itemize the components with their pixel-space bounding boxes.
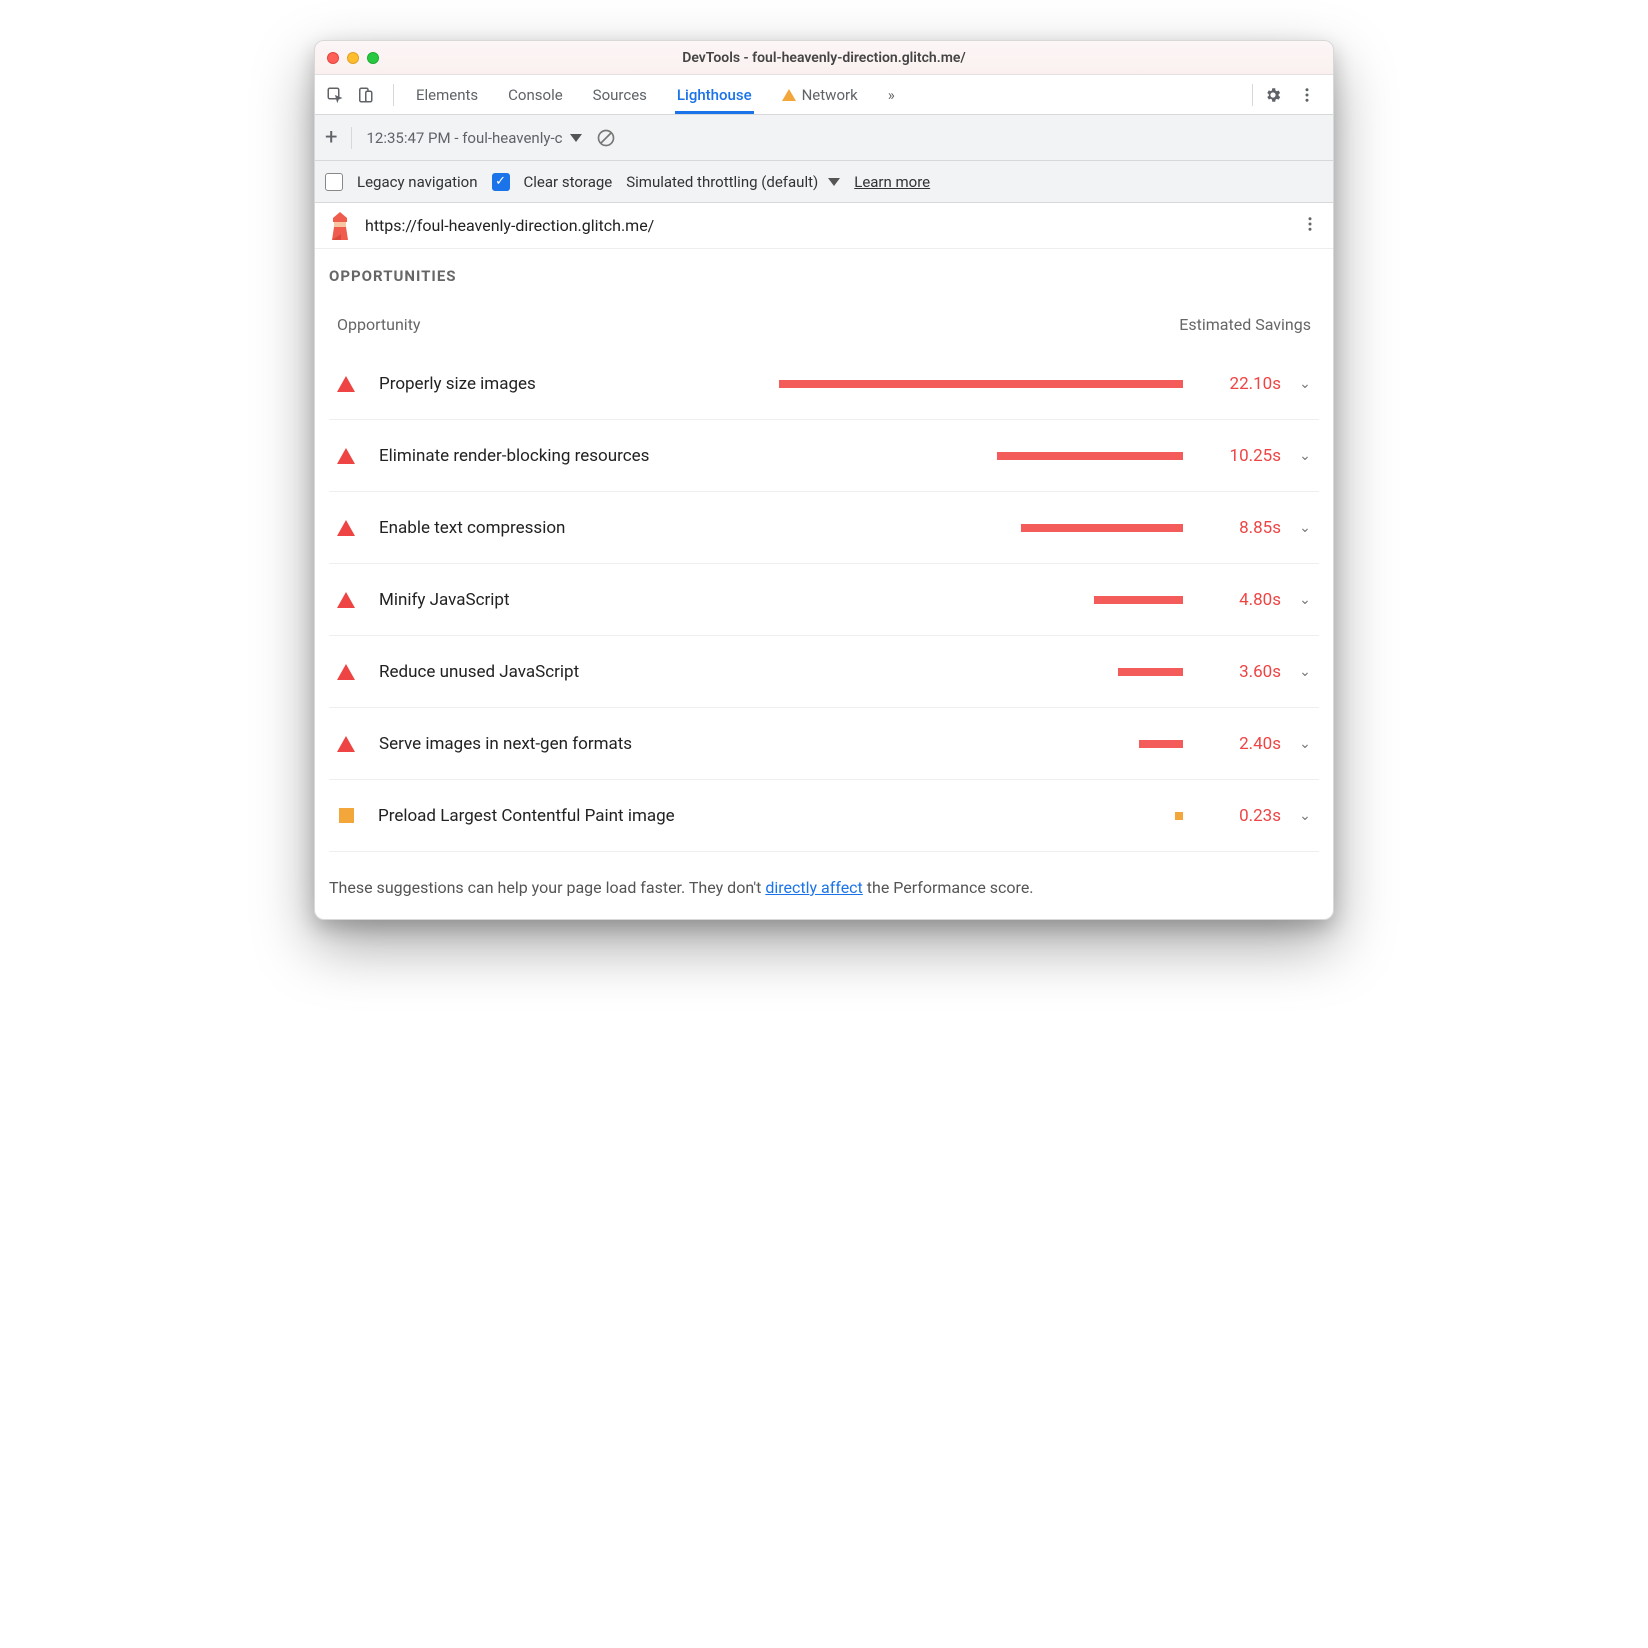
tab-sources[interactable]: Sources	[591, 76, 649, 114]
opportunity-label: Minify JavaScript	[379, 590, 769, 610]
col-savings: Estimated Savings	[1179, 315, 1311, 334]
tabs-overflow-icon[interactable]: »	[886, 76, 897, 114]
lighthouse-toolbar: + 12:35:47 PM - foul-heavenly-c	[315, 115, 1333, 161]
window-title: DevTools - foul-heavenly-direction.glitc…	[315, 50, 1333, 66]
footer-post: the Performance score.	[863, 878, 1034, 897]
caret-down-icon	[570, 134, 582, 142]
opportunity-label: Serve images in next-gen formats	[379, 734, 769, 754]
fail-triangle-icon	[337, 736, 355, 752]
tab-network-label: Network	[802, 86, 858, 104]
opportunity-row[interactable]: Serve images in next-gen formats 2.40s ⌄	[329, 708, 1319, 780]
col-opportunity: Opportunity	[337, 315, 421, 334]
inspect-icon[interactable]	[325, 85, 345, 105]
devtools-window: DevTools - foul-heavenly-direction.glitc…	[314, 40, 1334, 920]
lighthouse-icon	[329, 212, 351, 240]
savings-value: 4.80s	[1203, 590, 1281, 610]
savings-bar-track	[779, 380, 1183, 388]
savings-bar-track	[778, 812, 1183, 820]
savings-bar	[1094, 596, 1183, 604]
opportunity-row[interactable]: Minify JavaScript 4.80s ⌄	[329, 564, 1319, 636]
chevron-down-icon[interactable]: ⌄	[1291, 592, 1319, 608]
savings-bar-track	[779, 668, 1183, 676]
opportunity-row[interactable]: Reduce unused JavaScript 3.60s ⌄	[329, 636, 1319, 708]
opportunity-row[interactable]: Properly size images 22.10s ⌄	[329, 348, 1319, 420]
footer-pre: These suggestions can help your page loa…	[329, 878, 765, 897]
fail-triangle-icon	[337, 664, 355, 680]
chevron-down-icon[interactable]: ⌄	[1291, 448, 1319, 464]
clear-icon[interactable]	[596, 128, 616, 148]
savings-bar-track	[779, 740, 1183, 748]
savings-value: 22.10s	[1203, 374, 1281, 394]
opportunity-label: Reduce unused JavaScript	[379, 662, 769, 682]
chevron-down-icon[interactable]: ⌄	[1291, 664, 1319, 680]
legacy-nav-checkbox[interactable]	[325, 173, 343, 191]
opportunities-list: Properly size images 22.10s ⌄ Eliminate …	[315, 348, 1333, 860]
throttling-caret-icon[interactable]	[828, 178, 840, 186]
fail-triangle-icon	[337, 592, 355, 608]
learn-more-link[interactable]: Learn more	[854, 173, 930, 191]
warn-square-icon	[339, 808, 354, 823]
chevron-down-icon[interactable]: ⌄	[1291, 808, 1319, 824]
more-vertical-icon[interactable]	[1297, 85, 1317, 105]
audited-url: https://foul-heavenly-direction.glitch.m…	[365, 216, 1287, 235]
devtools-tabbar: Elements Console Sources Lighthouse Netw…	[315, 75, 1333, 115]
clear-storage-checkbox[interactable]: ✓	[492, 173, 510, 191]
tab-console[interactable]: Console	[506, 76, 565, 114]
savings-bar	[1118, 668, 1183, 676]
savings-bar-track	[779, 452, 1183, 460]
savings-bar	[1175, 812, 1183, 820]
opportunity-label: Preload Largest Contentful Paint image	[378, 806, 768, 826]
legacy-nav-label: Legacy navigation	[357, 173, 478, 191]
gear-icon[interactable]	[1263, 85, 1283, 105]
throttling-label: Simulated throttling (default)	[626, 173, 818, 191]
fail-triangle-icon	[337, 520, 355, 536]
savings-bar	[1021, 524, 1183, 532]
opportunity-label: Eliminate render-blocking resources	[379, 446, 769, 466]
audited-url-bar: https://foul-heavenly-direction.glitch.m…	[315, 203, 1333, 249]
report-selector[interactable]: 12:35:47 PM - foul-heavenly-c	[366, 129, 582, 147]
clear-storage-label: Clear storage	[524, 173, 613, 191]
tab-network[interactable]: Network	[780, 76, 860, 114]
divider	[351, 127, 352, 149]
section-opportunities: OPPORTUNITIES	[315, 249, 1333, 291]
titlebar: DevTools - foul-heavenly-direction.glitc…	[315, 41, 1333, 75]
savings-value: 3.60s	[1203, 662, 1281, 682]
fail-triangle-icon	[337, 376, 355, 392]
warning-icon	[782, 89, 796, 101]
new-report-button[interactable]: +	[325, 125, 337, 150]
device-toggle-icon[interactable]	[355, 85, 375, 105]
chevron-down-icon[interactable]: ⌄	[1291, 376, 1319, 392]
savings-bar-track	[779, 596, 1183, 604]
chevron-down-icon[interactable]: ⌄	[1291, 736, 1319, 752]
opportunity-label: Enable text compression	[379, 518, 769, 538]
savings-value: 10.25s	[1203, 446, 1281, 466]
report-selector-label: 12:35:47 PM - foul-heavenly-c	[366, 129, 562, 147]
opportunity-row[interactable]: Preload Largest Contentful Paint image 0…	[329, 780, 1319, 852]
divider	[393, 84, 394, 106]
opportunity-row[interactable]: Enable text compression 8.85s ⌄	[329, 492, 1319, 564]
opportunity-label: Properly size images	[379, 374, 769, 394]
tab-lighthouse[interactable]: Lighthouse	[675, 76, 754, 114]
savings-bar	[997, 452, 1183, 460]
savings-bar	[1139, 740, 1183, 748]
report-more-icon[interactable]	[1301, 214, 1319, 238]
savings-value: 2.40s	[1203, 734, 1281, 754]
column-headers: Opportunity Estimated Savings	[315, 291, 1333, 348]
opportunities-footer: These suggestions can help your page loa…	[315, 860, 1333, 919]
directly-affect-link[interactable]: directly affect	[765, 878, 862, 897]
lighthouse-settings-bar: Legacy navigation ✓ Clear storage Simula…	[315, 161, 1333, 203]
chevron-down-icon[interactable]: ⌄	[1291, 520, 1319, 536]
savings-bar	[779, 380, 1183, 388]
opportunity-row[interactable]: Eliminate render-blocking resources 10.2…	[329, 420, 1319, 492]
savings-value: 8.85s	[1203, 518, 1281, 538]
savings-bar-track	[779, 524, 1183, 532]
tab-elements[interactable]: Elements	[414, 76, 480, 114]
savings-value: 0.23s	[1203, 806, 1281, 826]
fail-triangle-icon	[337, 448, 355, 464]
